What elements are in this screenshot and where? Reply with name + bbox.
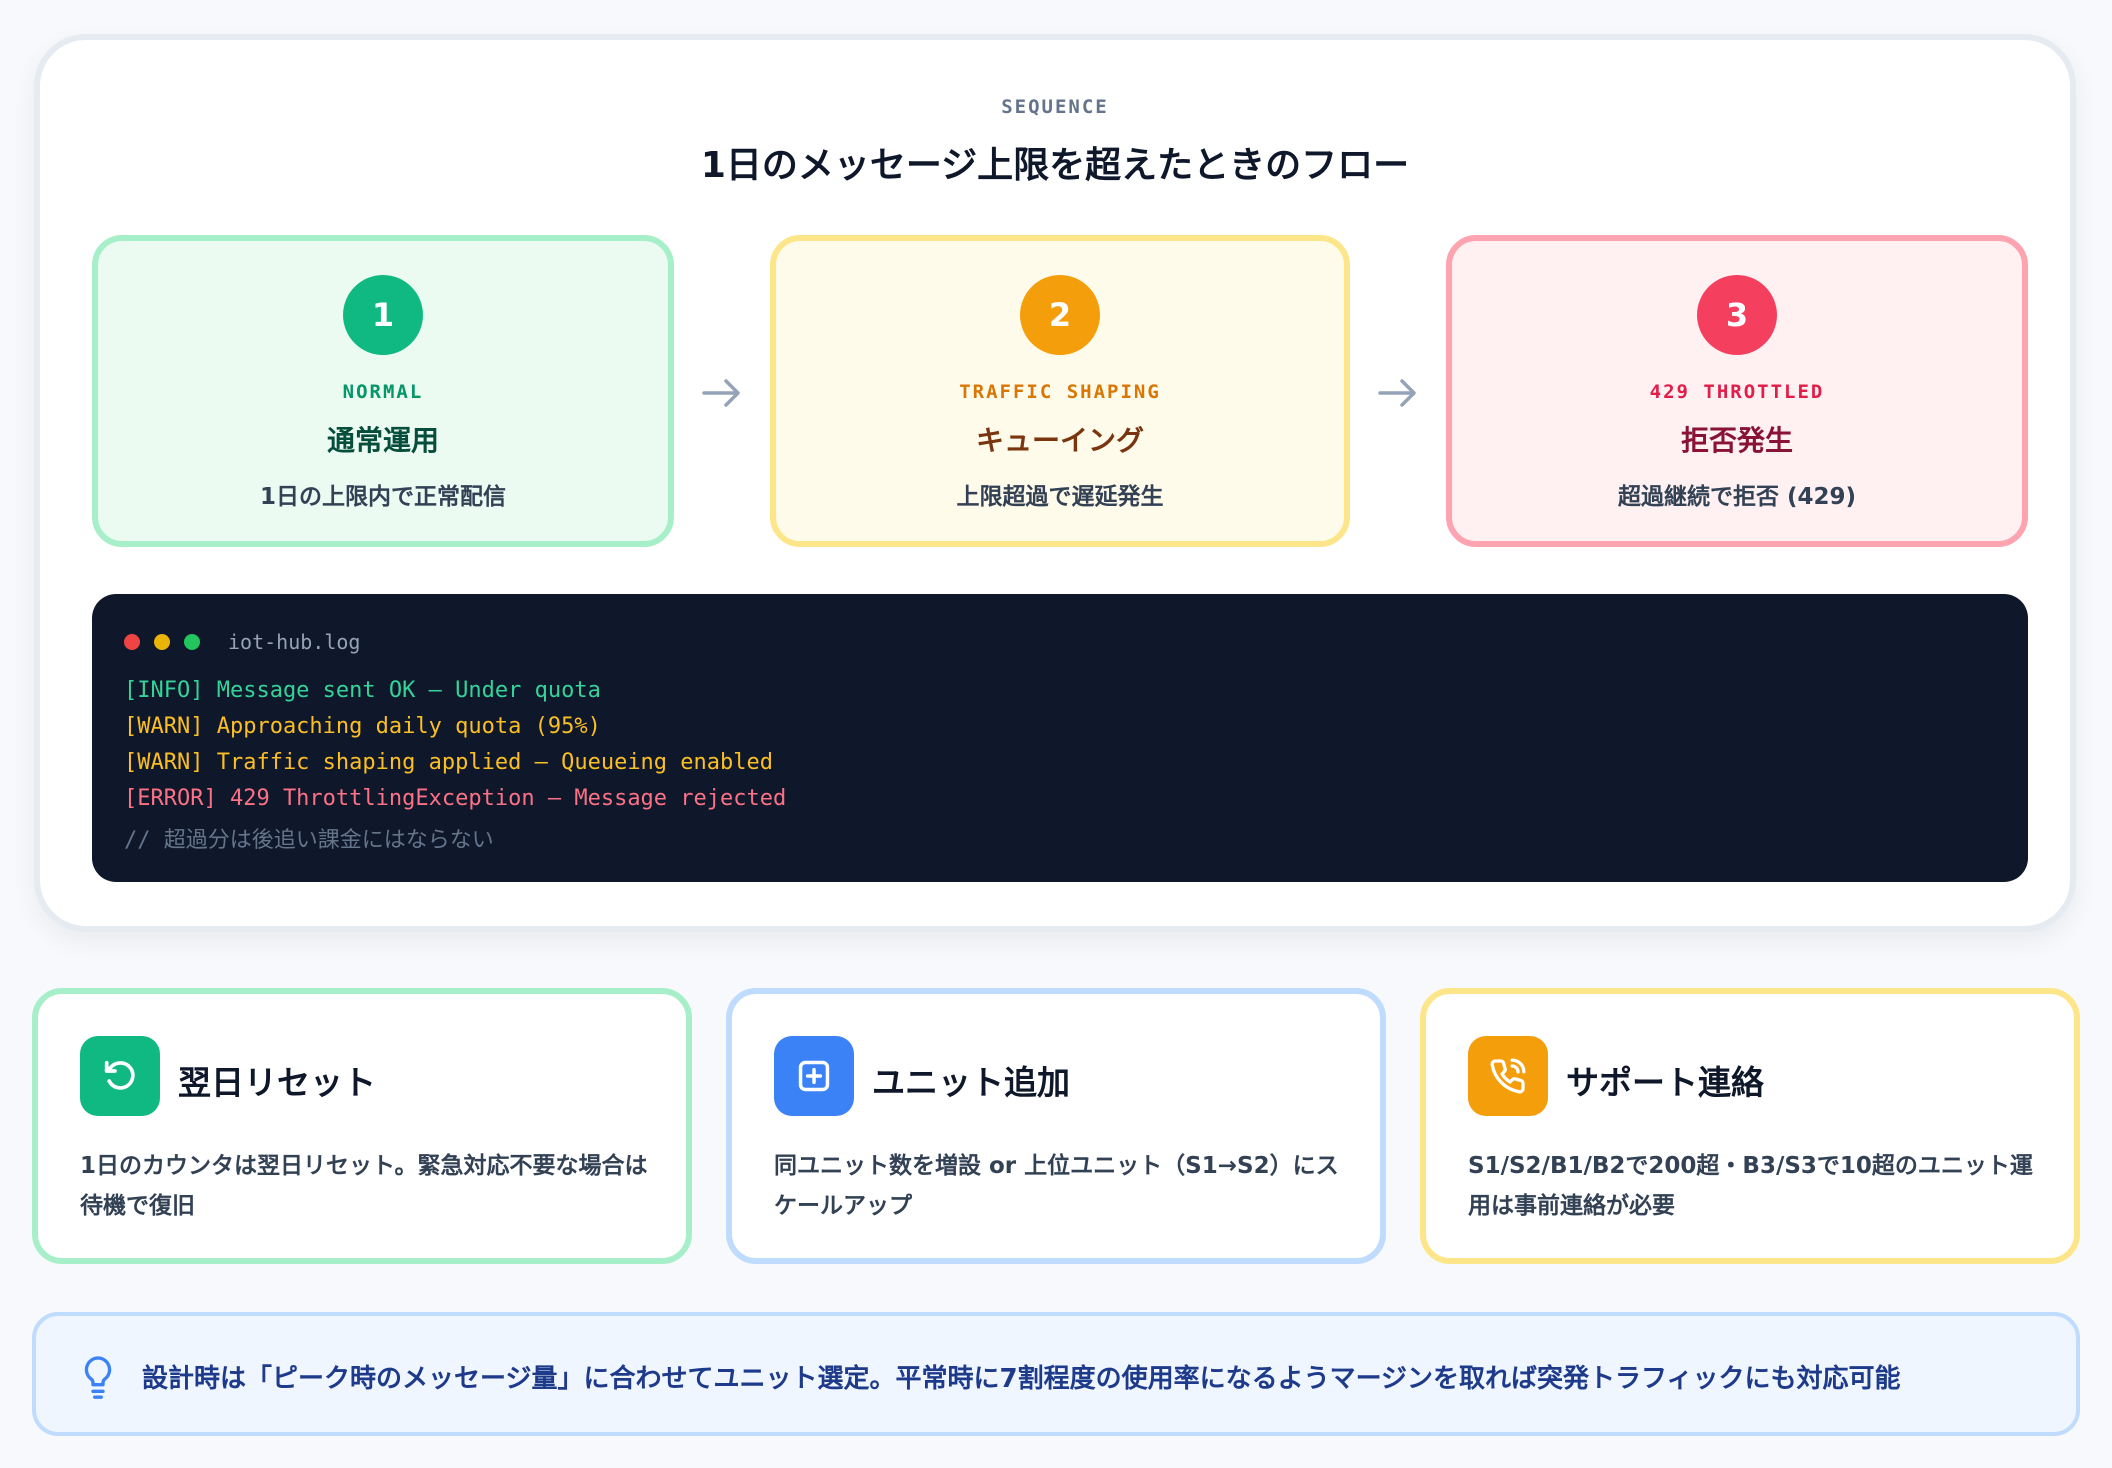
window-close-dot bbox=[124, 634, 140, 650]
step-desc: 超過継続で拒否 (429) bbox=[1617, 484, 1857, 510]
reset-icon bbox=[80, 1036, 160, 1116]
window-maximize-dot bbox=[184, 634, 200, 650]
step-traffic-shaping: 2 TRAFFIC SHAPING キューイング 上限超過で遅延発生 bbox=[770, 235, 1350, 547]
step-desc: 上限超過で遅延発生 bbox=[956, 484, 1164, 510]
step-desc: 1日の上限内で正常配信 bbox=[259, 484, 506, 510]
phone-icon bbox=[1468, 1036, 1548, 1116]
log-terminal: iot-hub.log [INFO] Message sent OK – Und… bbox=[92, 594, 2028, 882]
log-line-comment: // 超過分は後追い課金にはならない bbox=[124, 828, 494, 853]
log-line-info: [INFO] Message sent OK – Under quota bbox=[124, 678, 601, 703]
step-number-badge: 1 bbox=[343, 275, 423, 355]
step-number-badge: 3 bbox=[1697, 275, 1777, 355]
step-name: 拒否発生 bbox=[1680, 424, 1793, 457]
log-filename: iot-hub.log bbox=[228, 630, 361, 654]
card-title: 翌日リセット bbox=[178, 1063, 376, 1102]
step-normal: 1 NORMAL 通常運用 1日の上限内で正常配信 bbox=[92, 235, 674, 547]
step-name: 通常運用 bbox=[326, 424, 439, 457]
log-line-warn: [WARN] Approaching daily quota (95%) bbox=[124, 714, 601, 739]
lightbulb-icon bbox=[84, 1356, 112, 1399]
card-desc: S1/S2/B1/B2で200超・B3/S3で10超のユニット運用は事前連絡が必… bbox=[1468, 1153, 2033, 1219]
log-line-error: [ERROR] 429 ThrottlingException – Messag… bbox=[124, 786, 787, 811]
step-number-badge: 2 bbox=[1020, 275, 1100, 355]
sequence-panel: SEQUENCE 1日のメッセージ上限を超えたときのフロー 1 NORMAL 通… bbox=[34, 34, 2076, 932]
step-code: TRAFFIC SHAPING bbox=[959, 381, 1161, 403]
log-line-warn: [WARN] Traffic shaping applied – Queuein… bbox=[124, 750, 774, 775]
step-throttled: 3 429 THROTTLED 拒否発生 超過継続で拒否 (429) bbox=[1446, 235, 2028, 547]
card-contact-support: サポート連絡 S1/S2/B1/B2で200超・B3/S3で10超のユニット運用… bbox=[1420, 988, 2080, 1264]
step-code: 429 THROTTLED bbox=[1649, 381, 1825, 403]
card-next-day-reset: 翌日リセット 1日のカウンタは翌日リセット。緊急対応不要な場合は待機で復旧 bbox=[32, 988, 692, 1264]
arrow-right-icon bbox=[1378, 379, 1416, 407]
sequence-kicker: SEQUENCE bbox=[1001, 96, 1109, 118]
arrow-right-icon bbox=[702, 379, 740, 407]
step-name: キューイング bbox=[975, 424, 1144, 457]
window-minimize-dot bbox=[154, 634, 170, 650]
page: SEQUENCE 1日のメッセージ上限を超えたときのフロー 1 NORMAL 通… bbox=[0, 0, 2112, 1468]
plus-square-icon bbox=[774, 1036, 854, 1116]
card-title: サポート連絡 bbox=[1566, 1063, 1764, 1102]
card-title: ユニット追加 bbox=[872, 1063, 1070, 1102]
card-desc: 1日のカウンタは翌日リセット。緊急対応不要な場合は待機で復旧 bbox=[80, 1153, 648, 1219]
card-desc: 同ユニット数を増設 or 上位ユニット（S1→S2）にスケールアップ bbox=[774, 1153, 1339, 1219]
sequence-title: 1日のメッセージ上限を超えたときのフロー bbox=[700, 145, 1410, 186]
tip-text: 設計時は「ピーク時のメッセージ量」に合わせてユニット選定。平常時に7割程度の使用… bbox=[142, 1364, 1901, 1394]
design-tip: 設計時は「ピーク時のメッセージ量」に合わせてユニット選定。平常時に7割程度の使用… bbox=[32, 1312, 2080, 1436]
step-code: NORMAL bbox=[342, 381, 424, 403]
card-add-unit: ユニット追加 同ユニット数を増設 or 上位ユニット（S1→S2）にスケールアッ… bbox=[726, 988, 1386, 1264]
